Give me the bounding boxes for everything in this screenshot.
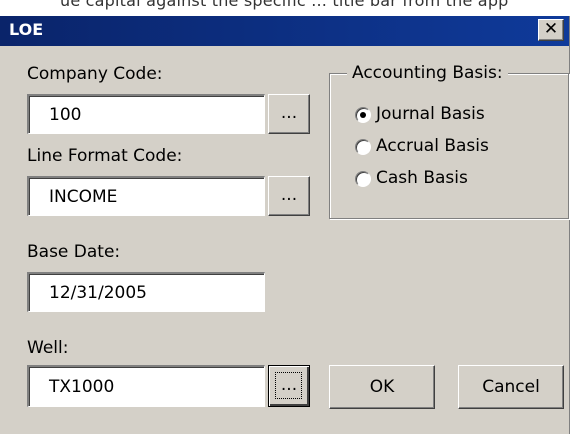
well-browse-button[interactable]: ... bbox=[268, 365, 310, 407]
background-page-strip: ue capital against the specific ... titl… bbox=[0, 0, 587, 16]
company-code-label: Company Code: bbox=[27, 64, 163, 84]
cancel-button-label: Cancel bbox=[482, 377, 540, 397]
line-format-code-browse-button[interactable]: ... bbox=[268, 176, 310, 216]
radio-button-selected-icon[interactable] bbox=[355, 107, 371, 123]
line-format-code-input[interactable]: INCOME bbox=[27, 176, 265, 216]
company-code-browse-button[interactable]: ... bbox=[268, 94, 310, 134]
company-code-input[interactable]: 100 bbox=[27, 94, 265, 134]
line-format-code-label: Line Format Code: bbox=[27, 146, 183, 166]
cancel-button[interactable]: Cancel bbox=[458, 365, 564, 409]
close-button[interactable]: ✕ bbox=[538, 19, 564, 41]
line-format-code-value: INCOME bbox=[49, 187, 118, 207]
background-page-text: ue capital against the specific ... titl… bbox=[60, 0, 509, 10]
base-date-label: Base Date: bbox=[27, 242, 121, 262]
loe-dialog: LOE ✕ Company Code: 100 ... Line Format … bbox=[0, 16, 570, 434]
browse-ellipsis-icon: ... bbox=[280, 103, 298, 123]
well-label: Well: bbox=[27, 338, 69, 358]
browse-ellipsis-icon: ... bbox=[280, 185, 298, 205]
radio-cash-basis-label[interactable]: Cash Basis bbox=[376, 168, 468, 188]
focus-rectangle bbox=[275, 372, 302, 399]
ok-button-label: OK bbox=[369, 377, 395, 397]
well-input[interactable]: TX1000 bbox=[27, 365, 265, 407]
title-bar[interactable]: LOE ✕ bbox=[0, 16, 569, 46]
radio-dot-icon bbox=[360, 112, 366, 118]
close-icon: ✕ bbox=[543, 19, 559, 39]
radio-journal-basis-label[interactable]: Journal Basis bbox=[376, 104, 485, 124]
well-value: TX1000 bbox=[49, 377, 115, 397]
base-date-value: 12/31/2005 bbox=[49, 283, 147, 303]
ok-button[interactable]: OK bbox=[329, 365, 435, 409]
company-code-value: 100 bbox=[49, 105, 82, 125]
radio-button-icon[interactable] bbox=[355, 139, 371, 155]
radio-button-icon[interactable] bbox=[355, 171, 371, 187]
radio-accrual-basis-label[interactable]: Accrual Basis bbox=[376, 136, 489, 156]
base-date-input[interactable]: 12/31/2005 bbox=[27, 272, 265, 312]
window-title: LOE bbox=[9, 20, 44, 39]
accounting-basis-title: Accounting Basis: bbox=[347, 63, 508, 83]
